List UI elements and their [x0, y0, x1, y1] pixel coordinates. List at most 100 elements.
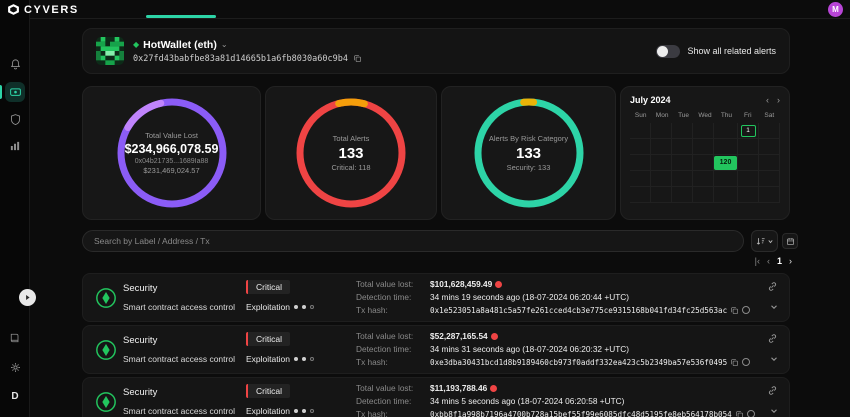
pagination-page[interactable]: 1 [777, 256, 782, 266]
phase-dot [294, 409, 298, 413]
calendar-cell[interactable] [651, 171, 672, 187]
calendar-cell[interactable] [759, 139, 780, 155]
calendar-cell[interactable] [630, 155, 651, 171]
calendar-cell-count[interactable]: 120 [714, 155, 738, 171]
calendar-cell[interactable] [672, 187, 693, 203]
calendar-month: July 2024 [630, 95, 671, 105]
severity-badge: Critical [246, 384, 290, 398]
calendar-cell[interactable] [651, 139, 672, 155]
pagination: |‹ ‹ 1 › [755, 256, 792, 266]
expand-chevron-icon[interactable] [769, 406, 779, 416]
copy-icon[interactable] [353, 54, 362, 63]
wallet-selector[interactable]: ◆ HotWallet (eth) ⌄ [133, 39, 362, 51]
stat-title: Alerts By Risk Category [469, 134, 589, 143]
calendar-cell[interactable] [738, 155, 759, 171]
calendar-cell[interactable] [714, 139, 738, 155]
brand-logo[interactable]: CYVERS [7, 3, 79, 16]
calendar-cell[interactable] [630, 171, 651, 187]
expand-chevron-icon[interactable] [769, 354, 779, 364]
calendar-cell[interactable] [693, 187, 714, 203]
alert-tx-hash: 0xe3dba30431bcd1d8b9189460cb973f0addf332… [430, 358, 727, 367]
sidebar-item-alerts[interactable] [5, 54, 25, 74]
calendar-cell[interactable] [759, 171, 780, 187]
copy-icon[interactable] [735, 410, 744, 417]
calendar-next-button[interactable]: › [777, 95, 780, 105]
pagination-first-button[interactable]: |‹ [755, 256, 760, 266]
calendar-cell[interactable] [693, 139, 714, 155]
day-header: Wed [694, 112, 715, 119]
chevron-down-icon [767, 238, 774, 245]
calendar-cell[interactable] [714, 187, 738, 203]
explorer-icon[interactable] [747, 410, 755, 417]
calendar-cell[interactable] [714, 123, 738, 139]
token-icon [491, 333, 498, 340]
calendar-cell[interactable] [738, 187, 759, 203]
alert-value-lost: $52,287,165.54 [430, 331, 488, 341]
pagination-next-button[interactable]: › [789, 256, 792, 266]
stat-sub-address: 0x04b21735...1689Ia88 [112, 158, 232, 165]
calendar-cell[interactable] [630, 187, 651, 203]
help-play-button[interactable] [19, 289, 36, 306]
copy-icon[interactable] [730, 358, 739, 367]
copy-icon[interactable] [730, 306, 739, 315]
calendar-cell[interactable] [630, 139, 651, 155]
calendar-cell[interactable] [738, 139, 759, 155]
calendar-cell[interactable] [693, 171, 714, 187]
calendar-cell[interactable] [672, 155, 693, 171]
link-icon[interactable] [767, 281, 778, 292]
calendar-cell[interactable] [738, 171, 759, 187]
alert-row[interactable]: Security Smart contract access control C… [82, 377, 790, 417]
sidebar-item-monitoring[interactable] [5, 82, 25, 102]
pagination-prev-button[interactable]: ‹ [767, 256, 770, 266]
show-related-alerts-toggle[interactable] [656, 45, 680, 58]
phase-dot [302, 305, 306, 309]
calendar-cell[interactable] [693, 155, 714, 171]
explorer-icon[interactable] [742, 306, 750, 314]
wallet-header: ◆ HotWallet (eth) ⌄ 0x27fd43babfbe83a81d… [82, 28, 790, 74]
calendar-cell[interactable] [759, 123, 780, 139]
calendar-cell[interactable] [714, 171, 738, 187]
bell-icon [9, 58, 22, 71]
day-header: Thu [716, 112, 737, 119]
calendar-cell[interactable] [693, 123, 714, 139]
calendar-cell[interactable] [651, 123, 672, 139]
explorer-icon[interactable] [742, 358, 750, 366]
calendar-cell[interactable] [759, 155, 780, 171]
alert-row[interactable]: Security Smart contract access control C… [82, 273, 790, 322]
eth-icon: ◆ [133, 40, 139, 49]
calendar-day-1: 1 [741, 125, 756, 137]
calendar-cell[interactable] [759, 187, 780, 203]
alert-row[interactable]: Security Smart contract access control C… [82, 325, 790, 374]
calendar-cell[interactable] [630, 123, 651, 139]
sidebar-item-settings[interactable] [5, 357, 25, 377]
alert-tx-hash: 0x1e523051a8a481c5a57fe261cced4cb3e775ce… [430, 306, 727, 315]
calendar-cell[interactable] [672, 139, 693, 155]
calendar-cell[interactable] [672, 123, 693, 139]
expand-chevron-icon[interactable] [769, 302, 779, 312]
sidebar-item-protection[interactable] [5, 109, 25, 129]
search-bar [82, 230, 744, 252]
link-icon[interactable] [767, 333, 778, 344]
token-icon [490, 385, 497, 392]
phase-dot [302, 357, 306, 361]
search-input[interactable] [94, 236, 732, 246]
calendar-cell[interactable] [651, 155, 672, 171]
brand-name: CYVERS [24, 4, 79, 16]
stat-sub-value: $231,469,024.57 [112, 166, 232, 175]
sidebar-item-d-app[interactable]: D [5, 386, 25, 406]
sidebar-item-docs[interactable] [5, 328, 25, 348]
calendar-cell-day1[interactable]: 1 [738, 123, 759, 139]
sidebar-item-analytics[interactable] [5, 136, 25, 156]
calendar-prev-button[interactable]: ‹ [766, 95, 769, 105]
sort-button[interactable] [751, 230, 778, 252]
date-filter-button[interactable] [782, 233, 798, 249]
calendar-cell[interactable] [651, 187, 672, 203]
day-header: Sat [759, 112, 780, 119]
calendar-cell[interactable] [672, 171, 693, 187]
alert-detection-time: 34 mins 5 seconds ago (18-07-2024 06:20:… [430, 396, 624, 406]
link-icon[interactable] [767, 385, 778, 396]
cyvers-logo-icon [7, 3, 20, 16]
severity-badge: Critical [246, 332, 290, 346]
user-avatar[interactable]: M [828, 2, 843, 17]
day-header: Fri [737, 112, 758, 119]
